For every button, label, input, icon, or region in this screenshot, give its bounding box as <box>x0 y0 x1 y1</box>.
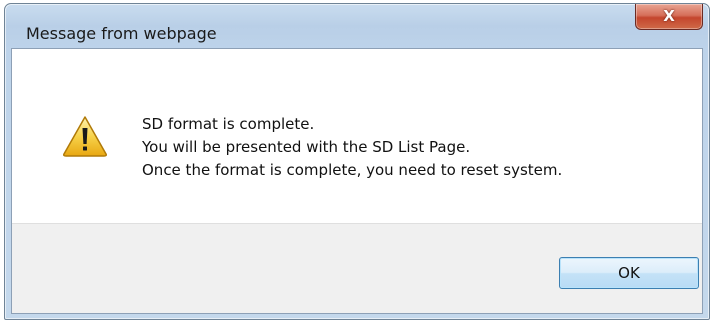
dialog-window: Message from webpage X SD format is comp… <box>4 3 710 320</box>
message-line-1: SD format is complete. <box>142 115 315 133</box>
message-area: SD format is complete. You will be prese… <box>12 49 702 223</box>
warning-icon <box>63 116 107 157</box>
message-text: SD format is complete. You will be prese… <box>142 113 562 182</box>
close-icon: X <box>663 7 675 25</box>
title-bar[interactable]: Message from webpage X <box>5 4 709 48</box>
button-bar: OK <box>12 223 702 313</box>
ok-button[interactable]: OK <box>559 257 699 289</box>
message-line-2: You will be presented with the SD List P… <box>142 138 471 156</box>
dialog-title: Message from webpage <box>26 24 217 43</box>
close-button[interactable]: X <box>635 4 703 30</box>
message-line-3: Once the format is complete, you need to… <box>142 161 563 179</box>
dialog-body: SD format is complete. You will be prese… <box>11 48 703 314</box>
